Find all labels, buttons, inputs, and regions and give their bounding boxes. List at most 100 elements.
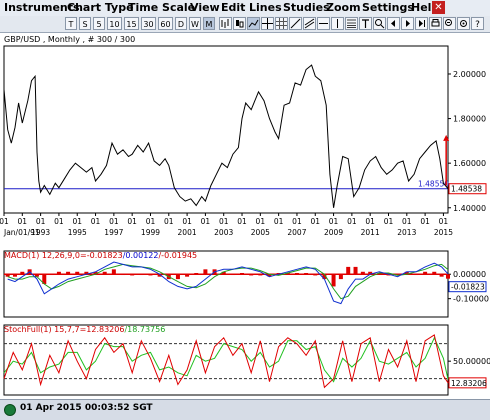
draw-line-icon[interactable] [289, 17, 302, 30]
toolbar-button-60[interactable]: 60 [158, 17, 173, 30]
fibonacci-icon[interactable] [345, 17, 358, 30]
menu-lines[interactable]: Lines [249, 1, 282, 14]
macd-histogram-bar [331, 274, 336, 287]
text-tool-icon[interactable] [359, 17, 372, 30]
status-datetime: 01 Apr 2015 00:03:52 SGT [20, 403, 153, 413]
settings-icon[interactable] [457, 17, 470, 30]
toolbar-button-second[interactable]: S [79, 17, 91, 30]
bar-chart-icon[interactable] [219, 17, 232, 30]
price-y-tick-label: 1.80000 [453, 115, 486, 124]
price-y-tick-label: 1.40000 [453, 204, 486, 213]
macd-last-value-label: -0.01823 [451, 283, 485, 292]
price-x-tick-label: 01 [274, 217, 284, 226]
price-panel-title: GBP/USD , Monthly , # 300 / 300 [4, 35, 135, 44]
scroll-left-icon[interactable] [387, 17, 400, 30]
toolbar-button-weekly[interactable]: W [189, 17, 201, 30]
price-x-year-label: 2015 [434, 228, 453, 237]
candlestick-icon[interactable] [233, 17, 246, 30]
chart-canvas[interactable]: GBP/USD , Monthly , # 300 / 300 2.00000 1… [0, 33, 490, 399]
price-x-year-label: 2007 [287, 228, 306, 237]
print-icon[interactable] [429, 17, 442, 30]
price-x-year-label: 2013 [397, 228, 416, 237]
price-x-year-label: 1999 [141, 228, 160, 237]
price-x-tick-label: 01 [365, 217, 375, 226]
toolbar-button-tick[interactable]: T [65, 17, 77, 30]
price-x-tick-label: 01 [54, 217, 64, 226]
price-x-tick-label: 01 [402, 217, 412, 226]
price-x-year-label: 2009 [324, 228, 343, 237]
vertical-line-icon[interactable] [331, 17, 344, 30]
price-x-tick-label: 01 [347, 217, 357, 226]
toolbar: T S 5 10 15 30 60 D W M ? [0, 16, 490, 33]
line-chart-icon[interactable] [247, 17, 260, 30]
price-x-year-label: 1993 [31, 228, 50, 237]
price-x-tick-label: 01 [164, 217, 174, 226]
zoom-out-icon[interactable] [443, 17, 456, 30]
price-x-tick-label: 01 [146, 217, 156, 226]
chart-window[interactable]: GBP/USD , Monthly , # 300 / 300 2.00000 1… [0, 33, 490, 399]
price-x-year-label: 2001 [178, 228, 197, 237]
price-x-tick-label: 01 [310, 217, 320, 226]
help-icon[interactable]: ? [471, 17, 484, 30]
menu-settings[interactable]: Settings [362, 1, 414, 14]
price-x-tick-label: 01 [237, 217, 247, 226]
status-indicator-icon [4, 404, 16, 416]
zoom-in-icon[interactable] [373, 17, 386, 30]
price-x-tick-label: 01 [0, 217, 9, 226]
toolbar-button-30[interactable]: 30 [141, 17, 156, 30]
macd-y-tick-label: -0.10000 [453, 295, 489, 304]
close-icon[interactable]: ✕ [432, 1, 445, 14]
scroll-right-icon[interactable] [401, 17, 414, 30]
toolbar-button-daily[interactable]: D [175, 17, 187, 30]
macd-panel-title: MACD(1) 12,26,9,0=-0.01823/0.00122/-0.01… [4, 251, 197, 260]
menu-edit[interactable]: Edit [221, 1, 245, 14]
price-x-tick-label: 01 [201, 217, 211, 226]
price-x-tick-label: 01 [36, 217, 46, 226]
trend-channel-icon[interactable] [303, 17, 316, 30]
price-x-tick-label: 01 [420, 217, 430, 226]
price-x-year-label: 2011 [361, 228, 380, 237]
crosshair-icon[interactable] [261, 17, 274, 30]
grid-icon[interactable] [275, 17, 288, 30]
price-panel[interactable]: GBP/USD , Monthly , # 300 / 300 2.00000 1… [0, 35, 487, 237]
horizontal-line-icon[interactable] [317, 17, 330, 30]
price-x-tick-label: 01 [18, 217, 28, 226]
stochastic-panel[interactable]: StochFull(1) 15,7,7=12.83206/18.73756 50… [3, 324, 490, 396]
menu-chart-type[interactable]: Chart Type [67, 1, 134, 14]
price-x-tick-label: 01 [256, 217, 266, 226]
stoch-y-tick-label: 50.00000 [453, 357, 490, 366]
scroll-end-icon[interactable] [415, 17, 428, 30]
toolbar-button-monthly[interactable]: M [203, 17, 215, 30]
toolbar-button-15[interactable]: 15 [124, 17, 139, 30]
menu-view[interactable]: View [190, 1, 220, 14]
menu-studies[interactable]: Studies [283, 1, 330, 14]
price-x-year-label: 1995 [68, 228, 87, 237]
stoch-title-part: StochFull(1) 15,7,7=12.83206 [4, 325, 124, 334]
macd-histogram-bar [353, 266, 358, 275]
toolbar-button-10[interactable]: 10 [107, 17, 122, 30]
stoch-title-part: /18.73756 [124, 325, 165, 334]
price-x-year-label: 1997 [104, 228, 123, 237]
svg-text:?: ? [475, 20, 480, 30]
price-x-tick-label: 01 [329, 217, 339, 226]
price-x-tick-label: 01 [384, 217, 394, 226]
macd-panel[interactable]: MACD(1) 12,26,9,0=-0.01823/0.00122/-0.01… [3, 250, 489, 318]
price-y-tick-label: 1.60000 [453, 159, 486, 168]
macd-title-part: /0.00122 [123, 251, 159, 260]
status-bar: 01 Apr 2015 00:03:52 SGT [0, 399, 490, 420]
stoch-panel-title: StochFull(1) 15,7,7=12.83206/18.73756 [4, 325, 165, 334]
price-y-tick-label: 2.00000 [453, 70, 486, 79]
price-x-tick-label: 01 [109, 217, 119, 226]
macd-histogram-bar [346, 266, 351, 275]
toolbar-button-5[interactable]: 5 [93, 17, 105, 30]
macd-title-part: /-0.01945 [158, 251, 197, 260]
menu-time-scale[interactable]: Time Scale [128, 1, 195, 14]
macd-title-part: MACD(1) 12,26,9,0=-0.01823 [4, 251, 123, 260]
menu-zoom[interactable]: Zoom [326, 1, 361, 14]
menu-bar: Instruments Chart Type Time Scale View E… [0, 0, 490, 16]
price-x-year-label: 2005 [251, 228, 270, 237]
last-price-label: 1.48538 [451, 185, 482, 194]
stoch-last-value-label: 12.83206 [451, 379, 487, 388]
macd-y-tick-label: 0.00000 [453, 270, 486, 279]
price-x-tick-label: 01 [127, 217, 137, 226]
